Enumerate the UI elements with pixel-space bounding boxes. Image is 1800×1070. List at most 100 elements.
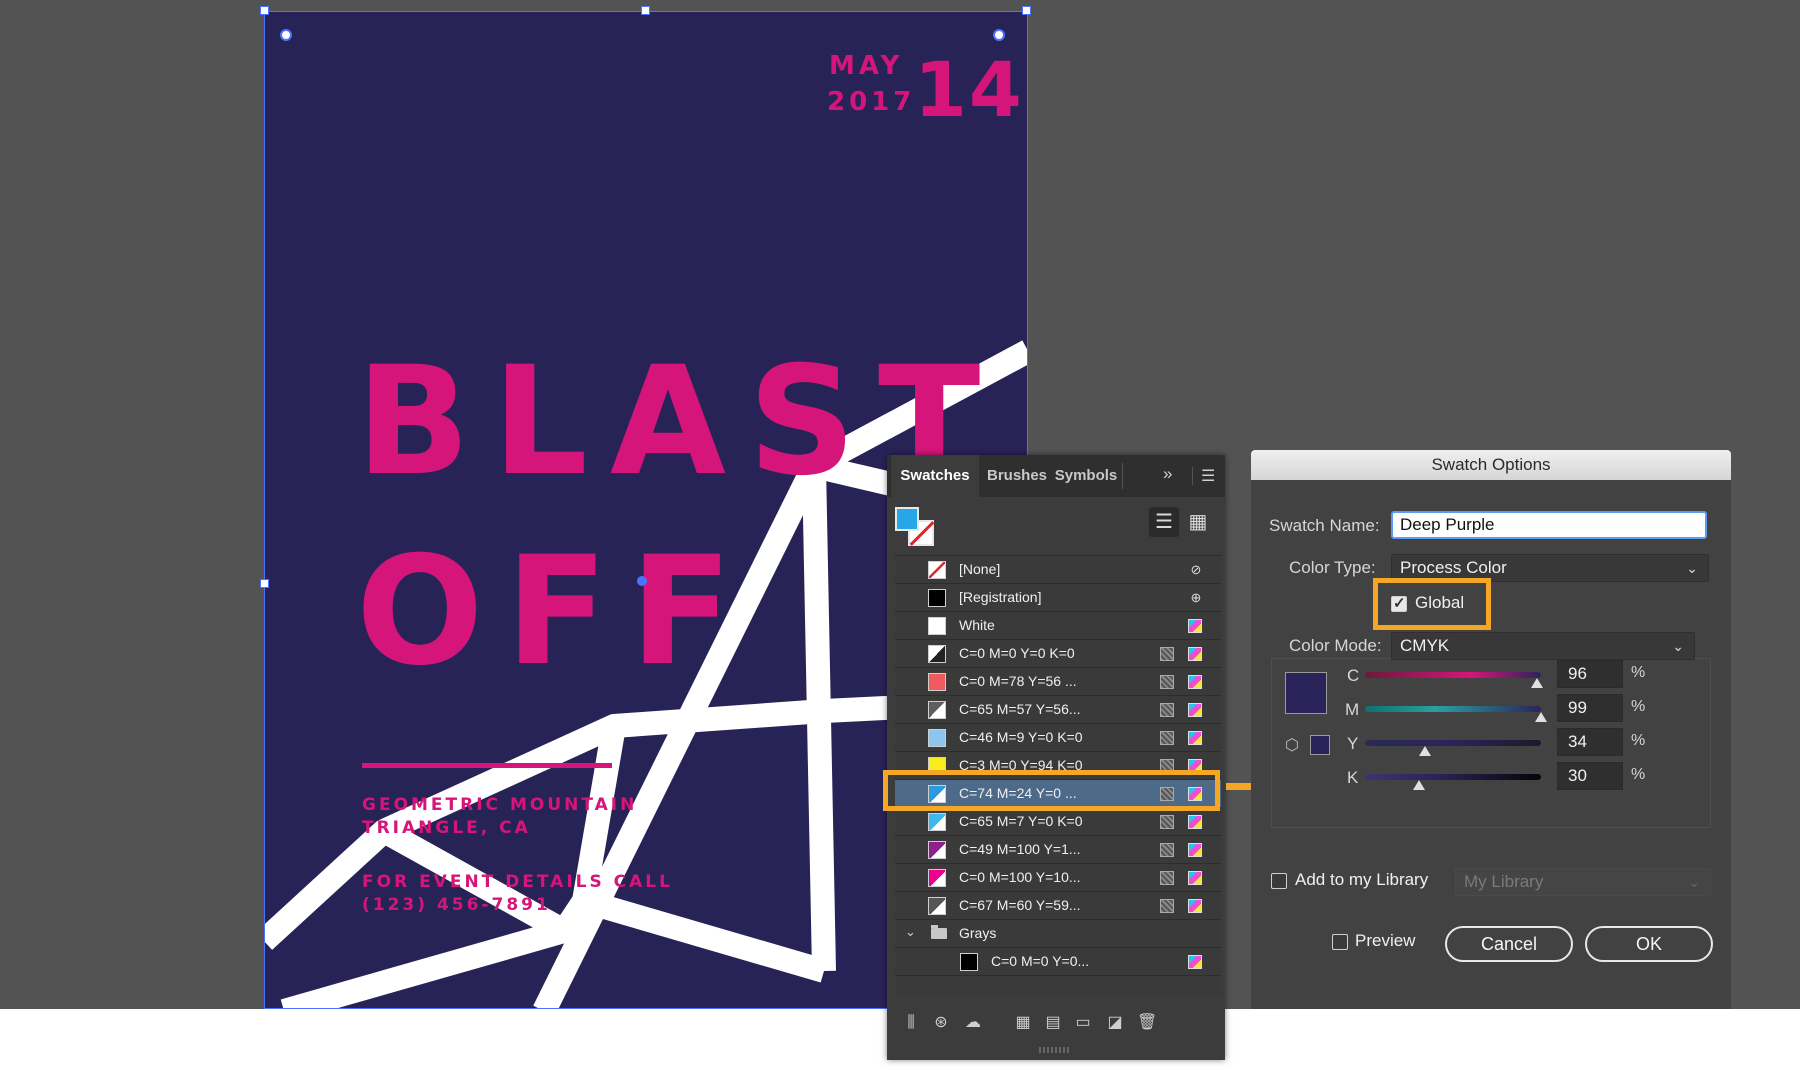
chevron-down-icon[interactable]: ⌄ xyxy=(905,924,916,940)
swatch-row[interactable]: C=65 M=57 Y=56... xyxy=(895,696,1221,724)
cyan-slider-thumb[interactable] xyxy=(1531,678,1543,688)
swatch-label: [None] xyxy=(959,561,1001,577)
fill-stroke-widget[interactable] xyxy=(895,507,937,549)
swatch-row-none[interactable]: [None] ⊘ xyxy=(895,556,1221,584)
swatch-row[interactable]: C=0 M=100 Y=10... xyxy=(895,864,1221,892)
swatch-chip xyxy=(928,645,946,663)
selection-handle-top-middle[interactable] xyxy=(641,6,650,15)
swatch-label: C=49 M=100 Y=1... xyxy=(959,841,1081,857)
poster-contact-line-1: FOR EVENT DETAILS CALL xyxy=(362,872,673,892)
swatch-row-white[interactable]: White xyxy=(895,612,1221,640)
cmyk-mode-icon xyxy=(1188,675,1202,689)
swatch-row[interactable]: C=0 M=78 Y=56 ... xyxy=(895,668,1221,696)
global-swatch-icon xyxy=(1160,703,1174,717)
grid-view-icon[interactable]: ▦ xyxy=(1183,507,1213,537)
selection-handle-top-right[interactable] xyxy=(1022,6,1031,15)
swatch-row[interactable]: C=49 M=100 Y=1... xyxy=(895,836,1221,864)
swatch-group-grays[interactable]: ⌄ Grays xyxy=(895,920,1221,948)
black-slider-track[interactable] xyxy=(1365,774,1541,780)
swatches-panel: Swatches Brushes Symbols » ☰ ☰ ▦ [None] … xyxy=(887,455,1225,1060)
yellow-slider-thumb[interactable] xyxy=(1419,746,1431,756)
new-swatch-icon[interactable]: ◪ xyxy=(1105,1013,1125,1033)
cyan-value-input[interactable]: 96 xyxy=(1557,660,1623,688)
swatch-row[interactable]: C=0 M=0 Y=0... xyxy=(895,948,1221,976)
tab-symbols[interactable]: Symbols xyxy=(1053,455,1119,497)
new-group-folder-icon[interactable]: ▭ xyxy=(1073,1013,1093,1033)
swatch-label: [Registration] xyxy=(959,589,1042,605)
add-to-library-label: Add to my Library xyxy=(1295,870,1429,889)
swatch-chip xyxy=(960,953,978,971)
color-mode-select[interactable]: CMYK ⌄ xyxy=(1391,632,1695,660)
out-of-gamut-cube-icon[interactable]: ⬡ xyxy=(1285,735,1299,755)
cancel-button[interactable]: Cancel xyxy=(1445,926,1573,962)
swatch-row[interactable]: C=46 M=9 Y=0 K=0 xyxy=(895,724,1221,752)
ok-button[interactable]: OK xyxy=(1585,926,1713,962)
panel-menu-icon[interactable]: ☰ xyxy=(1201,466,1215,486)
preview-checkbox[interactable] xyxy=(1332,934,1348,950)
selection-handle-middle-left[interactable] xyxy=(260,579,269,588)
swatch-row[interactable]: C=65 M=7 Y=0 K=0 xyxy=(895,808,1221,836)
trash-icon[interactable]: 🗑 xyxy=(1137,1013,1157,1033)
add-used-colors-icon[interactable]: ⊛ xyxy=(931,1013,951,1033)
show-kinds-icon[interactable]: ▦ xyxy=(1013,1013,1033,1033)
swatch-chip xyxy=(928,897,946,915)
swatch-label: C=0 M=0 Y=0... xyxy=(991,953,1090,969)
tab-swatches[interactable]: Swatches xyxy=(891,455,979,497)
swatch-row[interactable]: C=67 M=60 Y=59... xyxy=(895,892,1221,920)
swatch-label: White xyxy=(959,617,995,633)
yellow-value-input[interactable]: 34 xyxy=(1557,728,1623,756)
panel-tab-bar: Swatches Brushes Symbols » ☰ xyxy=(887,455,1225,497)
swatch-label: C=0 M=78 Y=56 ... xyxy=(959,673,1077,689)
tab-brushes[interactable]: Brushes xyxy=(985,455,1049,497)
cloud-library-icon[interactable]: ☁ xyxy=(963,1013,983,1033)
selection-handle-top-left[interactable] xyxy=(260,6,269,15)
no-print-icon: ⊘ xyxy=(1190,562,1202,577)
cmyk-mode-icon xyxy=(1188,843,1202,857)
poster-contact: FOR EVENT DETAILS CALL (123) 456-7891 xyxy=(362,871,673,917)
swatch-name-input[interactable]: Deep Purple xyxy=(1391,511,1707,539)
swatch-label: C=67 M=60 Y=59... xyxy=(959,897,1081,913)
selection-center-point xyxy=(637,576,647,586)
swatch-options-dialog: Swatch Options Swatch Name: Deep Purple … xyxy=(1251,450,1731,1009)
swatch-name-label: Swatch Name: xyxy=(1269,516,1380,535)
black-slider-thumb[interactable] xyxy=(1413,780,1425,790)
gamut-color-chip[interactable] xyxy=(1310,735,1330,755)
percent-label: % xyxy=(1631,664,1646,681)
selected-swatch-callout xyxy=(883,770,1220,811)
swatch-options-icon[interactable]: ▤ xyxy=(1043,1013,1063,1033)
resize-grip[interactable] xyxy=(1039,1047,1069,1053)
menu-divider xyxy=(1192,467,1193,485)
magenta-slider-track[interactable] xyxy=(1365,706,1541,712)
chevron-down-icon: ⌄ xyxy=(1686,560,1698,576)
global-swatch-icon xyxy=(1160,815,1174,829)
add-to-library-checkbox[interactable] xyxy=(1271,873,1287,889)
fill-swatch[interactable] xyxy=(895,507,919,531)
poster-contact-line-2: (123) 456-7891 xyxy=(362,895,551,915)
global-swatch-icon xyxy=(1160,899,1174,913)
cmyk-mode-icon xyxy=(1188,647,1202,661)
panel-bottom-toolbar: ⫼ ⊛ ☁ ▦ ▤ ▭ ◪ 🗑 xyxy=(887,1003,1225,1043)
poster-location-line-2: TRIANGLE, CA xyxy=(362,818,531,838)
swatch-libraries-icon[interactable]: ⫼ xyxy=(901,1013,921,1033)
global-label: Global xyxy=(1415,593,1465,612)
chevron-double-right-icon[interactable]: » xyxy=(1163,464,1172,484)
black-value-input[interactable]: 30 xyxy=(1557,762,1623,790)
corner-widget-top-left[interactable] xyxy=(280,29,292,41)
poster-month: MAY xyxy=(829,51,904,81)
magenta-value-input[interactable]: 99 xyxy=(1557,694,1623,722)
magenta-slider-thumb[interactable] xyxy=(1535,712,1547,722)
global-checkbox[interactable] xyxy=(1391,594,1407,612)
list-view-icon[interactable]: ☰ xyxy=(1149,507,1179,537)
swatch-label: C=65 M=7 Y=0 K=0 xyxy=(959,813,1083,829)
yellow-slider-track[interactable] xyxy=(1365,740,1541,746)
percent-label: % xyxy=(1631,698,1646,715)
cyan-slider-track[interactable] xyxy=(1365,672,1541,678)
cmyk-mode-icon xyxy=(1188,731,1202,745)
color-type-value: Process Color xyxy=(1400,558,1507,577)
swatch-chip xyxy=(928,673,946,691)
global-swatch-icon xyxy=(1160,675,1174,689)
swatch-row[interactable]: C=0 M=0 Y=0 K=0 xyxy=(895,640,1221,668)
swatch-chip xyxy=(928,589,946,607)
corner-widget-top-right[interactable] xyxy=(993,29,1005,41)
swatch-row-registration[interactable]: [Registration] ⊕ xyxy=(895,584,1221,612)
